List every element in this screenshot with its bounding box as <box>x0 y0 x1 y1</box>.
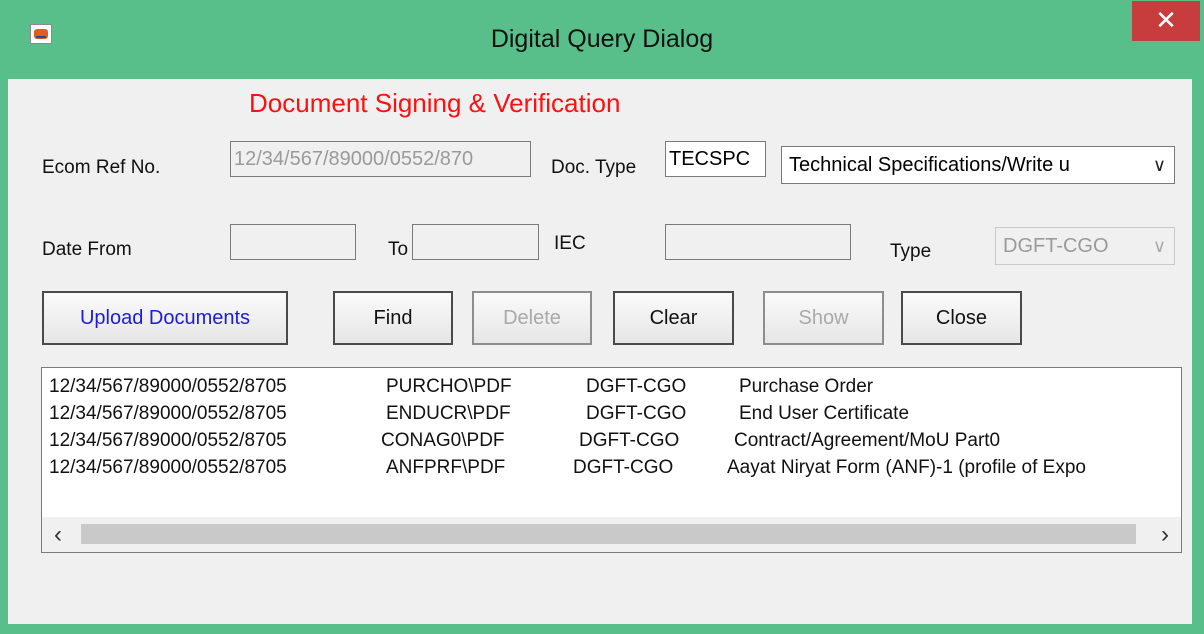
doc-type-selected: Technical Specifications/Write u <box>789 154 1070 176</box>
iec-label: IEC <box>554 233 586 254</box>
date-from-label: Date From <box>42 239 132 260</box>
doc-description: End User Certificate <box>739 403 910 424</box>
to-label: To <box>388 239 409 260</box>
type-select[interactable]: DGFT-CGO ∨ <box>995 227 1175 265</box>
doc-ref: 12/34/567/89000/0552/8705 <box>49 403 287 424</box>
scroll-left-icon[interactable]: ‹ <box>54 521 62 549</box>
documents-list[interactable]: 12/34/567/89000/0552/8705 PURCHO\PDF DGF… <box>41 367 1182 553</box>
type-selected: DGFT-CGO <box>1003 235 1109 257</box>
doc-file: CONAG0\PDF <box>381 430 505 451</box>
doc-ref: 12/34/567/89000/0552/8705 <box>49 457 287 478</box>
doc-file: ENDUCR\PDF <box>386 403 511 424</box>
doc-type: DGFT-CGO <box>579 430 680 451</box>
doc-ref: 12/34/567/89000/0552/8705 <box>49 430 287 451</box>
horizontal-scrollbar[interactable]: ‹ › <box>42 517 1181 552</box>
doc-file: ANFPRF\PDF <box>386 457 506 478</box>
doc-type-select[interactable]: Technical Specifications/Write u ∨ <box>781 146 1175 184</box>
scroll-thumb[interactable] <box>81 524 1136 544</box>
doc-description: Purchase Order <box>739 376 874 397</box>
show-button[interactable]: Show <box>763 291 884 345</box>
chevron-down-icon: ∨ <box>1152 236 1166 256</box>
close-icon: ✕ <box>1155 5 1177 35</box>
list-item[interactable]: 12/34/567/89000/0552/8705 PURCHO\PDF DGF… <box>42 376 1181 398</box>
doc-type-label: Doc. Type <box>551 157 637 178</box>
list-item[interactable]: 12/34/567/89000/0552/8705 ANFPRF\PDF DGF… <box>42 457 1181 479</box>
form-heading: Document Signing & Verification <box>249 88 621 118</box>
dialog-window: Digital Query Dialog ✕ Document Signing … <box>0 0 1204 634</box>
list-item[interactable]: 12/34/567/89000/0552/8705 ENDUCR\PDF DGF… <box>42 403 1181 425</box>
doc-type: DGFT-CGO <box>586 403 687 424</box>
doc-type-code-field[interactable]: TECSPC <box>665 141 766 177</box>
chevron-down-icon: ∨ <box>1152 155 1166 175</box>
delete-button[interactable]: Delete <box>472 291 592 345</box>
doc-description: Aayat Niryat Form (ANF)-1 (profile of Ex… <box>727 457 1086 478</box>
doc-ref: 12/34/567/89000/0552/8705 <box>49 376 287 397</box>
doc-type: DGFT-CGO <box>573 457 674 478</box>
date-to-field[interactable] <box>412 224 539 260</box>
doc-file: PURCHO\PDF <box>386 376 512 397</box>
window-title: Digital Query Dialog <box>490 25 714 53</box>
upload-documents-button[interactable]: Upload Documents <box>42 291 288 345</box>
list-item[interactable]: 12/34/567/89000/0552/8705 CONAG0\PDF DGF… <box>42 430 1181 452</box>
clear-button[interactable]: Clear <box>613 291 734 345</box>
close-button[interactable]: Close <box>901 291 1022 345</box>
type-label: Type <box>890 241 932 262</box>
title-bar[interactable]: Digital Query Dialog ✕ <box>0 0 1204 76</box>
doc-type: DGFT-CGO <box>586 376 687 397</box>
scroll-right-icon[interactable]: › <box>1161 521 1169 549</box>
date-from-field[interactable] <box>230 224 356 260</box>
iec-field[interactable] <box>665 224 851 260</box>
window-close-button[interactable]: ✕ <box>1132 1 1200 41</box>
ecom-ref-label: Ecom Ref No. <box>42 157 161 178</box>
doc-description: Contract/Agreement/MoU Part0 <box>734 430 1001 451</box>
dialog-content: Document Signing & Verification Ecom Ref… <box>8 79 1192 624</box>
ecom-ref-field[interactable]: 12/34/567/89000/0552/870 <box>230 141 531 177</box>
find-button[interactable]: Find <box>333 291 453 345</box>
